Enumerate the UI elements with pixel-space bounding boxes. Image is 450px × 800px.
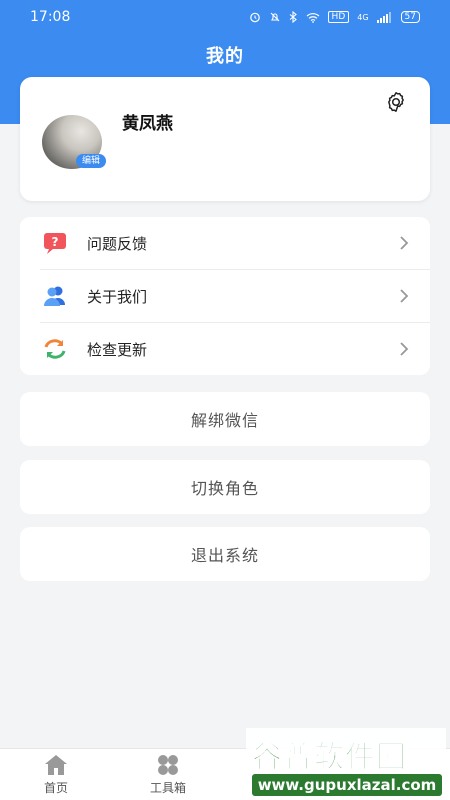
mute-bell-icon — [270, 12, 279, 22]
chevron-right-icon — [400, 342, 409, 356]
alarm-icon — [249, 12, 260, 23]
profile-card: 编辑 黄凤燕 — [20, 77, 430, 201]
chevron-right-icon — [400, 236, 409, 250]
feedback-icon: ? — [44, 233, 66, 254]
status-time: 17:08 — [30, 9, 71, 25]
user-name: 黄凤燕 — [122, 114, 173, 134]
update-icon — [44, 339, 66, 359]
signal-icon — [376, 11, 391, 23]
chevron-right-icon — [400, 289, 409, 303]
bluetooth-icon — [289, 11, 297, 23]
svg-text:?: ? — [52, 235, 59, 249]
nav-item-home[interactable]: 首页 — [26, 753, 86, 796]
nav-label: 首页 — [43, 781, 68, 795]
status-bar: 17:08 HD 4G 57 — [0, 0, 450, 34]
menu-item-about-us[interactable]: 关于我们 — [20, 270, 430, 322]
wifi-icon — [306, 12, 319, 23]
status-icons: HD 4G 57 — [249, 11, 420, 23]
settings-gear-icon[interactable] — [384, 90, 408, 114]
watermark-title: 谷普软件园 — [252, 740, 407, 776]
menu-card: ? 问题反馈 关于我们 检查更新 — [20, 217, 430, 375]
menu-item-feedback[interactable]: ? 问题反馈 — [20, 217, 430, 269]
signal-label: 4G — [357, 12, 369, 22]
logout-button[interactable]: 退出系统 — [20, 527, 430, 581]
switch-role-button[interactable]: 切换角色 — [20, 460, 430, 514]
menu-item-check-update[interactable]: 检查更新 — [20, 323, 430, 375]
hd-badge: HD — [327, 11, 350, 23]
unbind-wechat-button[interactable]: 解绑微信 — [20, 392, 430, 446]
battery-icon: 57 — [400, 11, 420, 23]
home-icon — [45, 755, 67, 775]
menu-item-label: 检查更新 — [87, 341, 148, 359]
page-title: 我的 — [206, 46, 244, 67]
toolbox-icon — [158, 755, 178, 775]
nav-label: 工具箱 — [149, 781, 186, 795]
about-us-icon — [44, 286, 65, 306]
edit-avatar-badge[interactable]: 编辑 — [76, 154, 106, 168]
watermark-url: www.gupuxlazal.com — [252, 774, 442, 796]
menu-item-label: 问题反馈 — [87, 235, 148, 253]
nav-item-toolbox[interactable]: 工具箱 — [138, 753, 198, 796]
watermark: 谷普软件园 www.gupuxlazal.com — [246, 728, 446, 800]
menu-item-label: 关于我们 — [87, 288, 148, 306]
